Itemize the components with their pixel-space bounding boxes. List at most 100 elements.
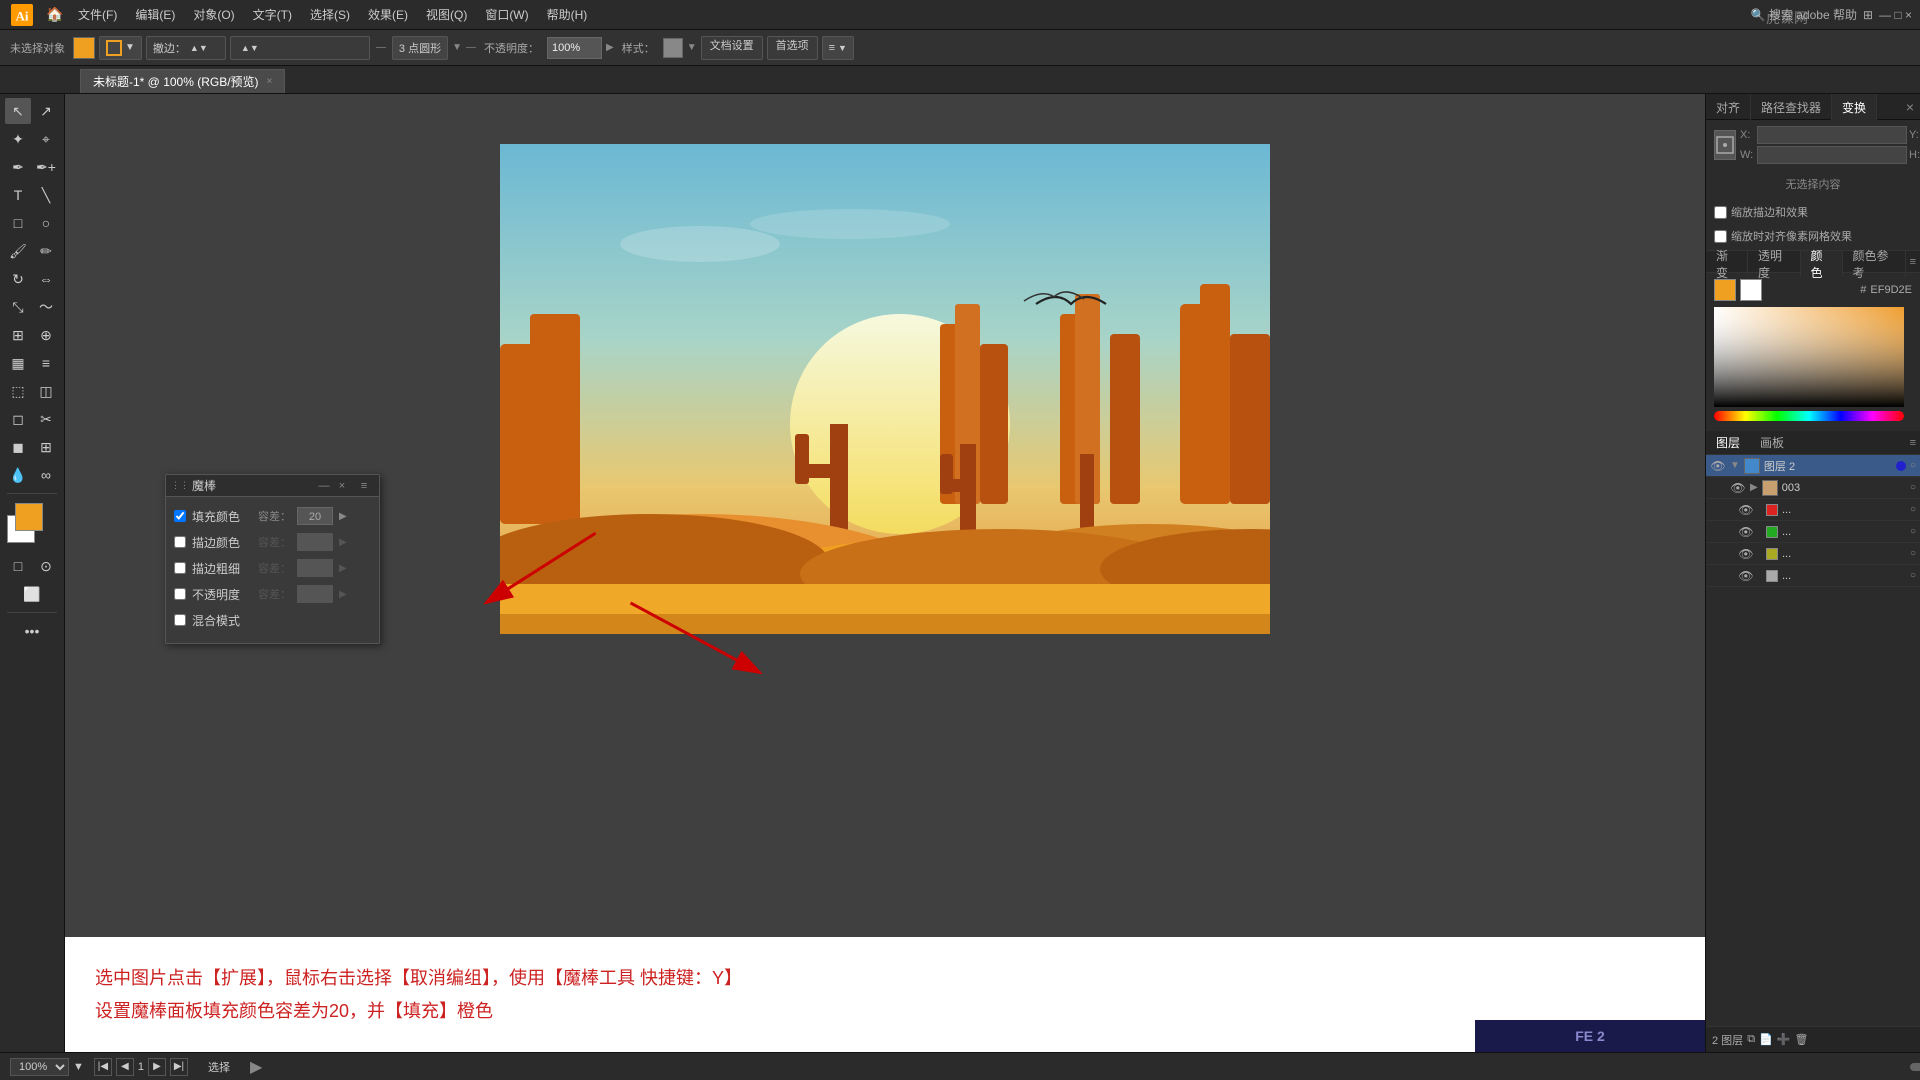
more-tools-btn[interactable]: •••	[19, 618, 45, 644]
menu-file[interactable]: 文件(F)	[70, 3, 125, 26]
w-input[interactable]	[1757, 146, 1907, 164]
tab-align[interactable]: 对齐	[1706, 94, 1751, 120]
line-tool[interactable]: ╲	[33, 182, 59, 208]
rect-tool[interactable]: □	[5, 210, 31, 236]
layer-eye-0[interactable]: 👁	[1710, 459, 1726, 473]
direct-select-tool[interactable]: ↗	[33, 98, 59, 124]
layer-expand-0[interactable]: ▼	[1730, 460, 1740, 471]
workspace-btn[interactable]: ≡▼	[822, 36, 854, 60]
first-page-btn[interactable]: |◀	[94, 1058, 112, 1076]
delete-layer-btn[interactable]: 🗑	[1794, 1033, 1808, 1046]
layer-lock-0[interactable]: ○	[1910, 460, 1916, 471]
menu-view[interactable]: 视图(Q)	[418, 3, 475, 26]
fill-color-arrow[interactable]: ▶	[339, 511, 347, 522]
menu-effect[interactable]: 效果(E)	[360, 3, 416, 26]
select-tool[interactable]: ↖	[5, 98, 31, 124]
pen-tool[interactable]: ✒	[5, 154, 31, 180]
x-input[interactable]	[1757, 126, 1907, 144]
create-layer-btn[interactable]: 📄	[1759, 1033, 1773, 1046]
align-pixel-checkbox[interactable]	[1714, 230, 1727, 243]
tab-artboards[interactable]: 画板	[1750, 431, 1794, 454]
bg-color-swatch[interactable]	[1740, 279, 1762, 301]
layer-row-4[interactable]: 👁 ... ○	[1706, 543, 1920, 565]
tab-close-btn[interactable]: ×	[267, 76, 273, 87]
ellipse-tool[interactable]: ○	[33, 210, 59, 236]
fill-color-swatch[interactable]	[73, 37, 95, 59]
menu-object[interactable]: 对象(O)	[185, 3, 242, 26]
stroke-btn[interactable]: ▼	[99, 36, 142, 60]
layer-eye-5[interactable]: 👁	[1738, 569, 1754, 583]
menu-edit[interactable]: 编辑(E)	[127, 3, 183, 26]
next-page-btn[interactable]: ▶	[148, 1058, 166, 1076]
layer-eye-4[interactable]: 👁	[1738, 547, 1754, 561]
menu-select[interactable]: 选择(S)	[302, 3, 358, 26]
align-pixel-option[interactable]: 缩放时对齐像素网格效果	[1714, 228, 1912, 244]
right-panel-close-btn[interactable]: ×	[1906, 99, 1914, 115]
magic-wand-tool[interactable]: ✦	[5, 126, 31, 152]
layer-lock-5[interactable]: ○	[1910, 570, 1916, 581]
layer-row-3[interactable]: 👁 ... ○	[1706, 521, 1920, 543]
scissors-tool[interactable]: ✂	[33, 406, 59, 432]
panel-options-btn[interactable]: ≡	[357, 479, 371, 493]
new-layer-btn[interactable]: ➕	[1777, 1033, 1791, 1046]
fill-color-checkbox[interactable]	[174, 510, 186, 522]
panel-minimize-btn[interactable]: —	[317, 479, 331, 493]
layer-row-0[interactable]: 👁 ▼ 图层 2 ○	[1706, 455, 1920, 477]
eyedropper-tool[interactable]: 💧	[5, 462, 31, 488]
eraser-tool[interactable]: ◻	[5, 406, 31, 432]
prev-page-btn[interactable]: ◀	[116, 1058, 134, 1076]
fg-color-swatch[interactable]	[1714, 279, 1736, 301]
menu-text[interactable]: 文字(T)	[245, 3, 300, 26]
document-tab[interactable]: 未标题-1* @ 100% (RGB/预览) ×	[80, 69, 285, 93]
stroke-width-checkbox[interactable]	[174, 562, 186, 574]
layer-eye-1[interactable]: 👁	[1730, 481, 1746, 495]
full-screen-btn[interactable]: ⬜	[19, 581, 45, 607]
layer-lock-4[interactable]: ○	[1910, 548, 1916, 559]
layer-lock-3[interactable]: ○	[1910, 526, 1916, 537]
rotate-tool[interactable]: ↻	[5, 266, 31, 292]
foreground-color-box[interactable]	[15, 503, 43, 531]
layer-row-1[interactable]: 👁 ▶ 003 ○	[1706, 477, 1920, 499]
lasso-tool[interactable]: ⌖	[33, 126, 59, 152]
slice-tool[interactable]: ◫	[33, 378, 59, 404]
stroke-color-checkbox[interactable]	[174, 536, 186, 548]
layer-row-5[interactable]: 👁 ... ○	[1706, 565, 1920, 587]
blend-mode-checkbox[interactable]	[174, 614, 186, 626]
doc-settings-btn[interactable]: 文档设置	[701, 36, 763, 60]
bar-graph-tool[interactable]: ≡	[33, 350, 59, 376]
pencil-tool[interactable]: ✏	[33, 238, 59, 264]
screen-mode-btn[interactable]: ⊙	[33, 553, 59, 579]
column-graph-tool[interactable]: ▦	[5, 350, 31, 376]
magic-wand-panel-header[interactable]: ⋮⋮ 魔棒 — × ≡	[166, 475, 379, 497]
symbol-tool[interactable]: ⊕	[33, 322, 59, 348]
panel-close-btn[interactable]: ×	[335, 479, 349, 493]
point-label-btn[interactable]: 3 点圆形	[392, 36, 448, 60]
layer-row-2[interactable]: 👁 ... ○	[1706, 499, 1920, 521]
tab-transform[interactable]: 变换	[1832, 94, 1877, 120]
opacity-checkbox[interactable]	[174, 588, 186, 600]
layer-lock-1[interactable]: ○	[1910, 482, 1916, 493]
mesh-tool[interactable]: ⊞	[33, 434, 59, 460]
normal-mode-btn[interactable]: □	[5, 553, 31, 579]
style-swatch[interactable]	[663, 38, 683, 58]
make-clipping-btn[interactable]: ⧉	[1747, 1033, 1755, 1046]
scale-tool[interactable]: ⤡	[5, 294, 31, 320]
home-btn[interactable]: 🏠	[42, 2, 68, 28]
brush-dropdown[interactable]: 撤边： ▲▼	[146, 36, 226, 60]
last-page-btn[interactable]: ▶|	[170, 1058, 188, 1076]
scale-stroke-option[interactable]: 缩放描边和效果	[1714, 204, 1912, 220]
gradient-tool[interactable]: ◼	[5, 434, 31, 460]
layers-options-btn[interactable]: ≡	[1910, 437, 1916, 449]
color-panel-options[interactable]: ≡	[1910, 256, 1916, 268]
color-spectrum[interactable]	[1714, 307, 1904, 407]
hue-slider[interactable]	[1714, 411, 1904, 421]
layer-expand-1[interactable]: ▶	[1750, 482, 1758, 493]
add-anchor-tool[interactable]: ✒+	[33, 154, 59, 180]
zoom-select[interactable]: 100% 50% 200%	[10, 1058, 69, 1076]
menu-help[interactable]: 帮助(H)	[539, 3, 596, 26]
blend-tool[interactable]: ∞	[33, 462, 59, 488]
tab-layers[interactable]: 图层	[1706, 431, 1750, 454]
layer-eye-2[interactable]: 👁	[1738, 503, 1754, 517]
opacity-input[interactable]	[547, 37, 602, 59]
layer-lock-2[interactable]: ○	[1910, 504, 1916, 515]
